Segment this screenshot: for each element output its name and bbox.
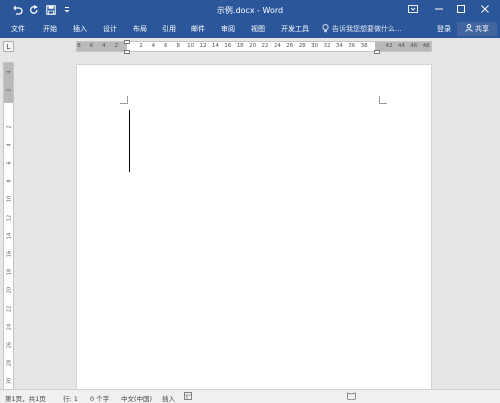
horizontal-ruler[interactable]: 8 6 4 2 2 4 6 8 10 12 14 16 18 20 22 24 26 28 30 32 34 36 38 42… [76, 40, 432, 54]
ruler-tick-label: 20 [6, 287, 13, 294]
ruler-tick-label: 6 [89, 43, 94, 49]
ruler-tick-label: 44 [397, 43, 405, 49]
ruler-tick-label: 6 [164, 43, 168, 49]
ruler-tick-label: 12 [6, 214, 13, 221]
ruler-tick-label: 4 [102, 43, 106, 49]
share-label: 共享 [475, 25, 489, 33]
ruler-tick-label: 14 [6, 232, 13, 239]
text-cursor [129, 110, 130, 172]
ruler-tick-label: 28 [6, 360, 13, 367]
document-page[interactable] [76, 64, 432, 390]
ruler-tick-label: 30 [311, 43, 319, 49]
ruler-tick-label: 8 [77, 43, 81, 49]
ribbon-options-icon[interactable] [404, 2, 422, 16]
crop-mark-top-right [379, 96, 387, 104]
tab-mailings[interactable]: 邮件 [191, 24, 205, 34]
tell-me-text: 告诉我您想要做什么... [332, 25, 402, 33]
read-mode-icon[interactable] [347, 392, 356, 402]
lightbulb-icon [322, 23, 329, 35]
sign-in-link[interactable]: 登录 [437, 24, 451, 34]
ruler-tick-label: 2 [139, 43, 143, 49]
document-title: 示例.docx - Word [216, 6, 284, 15]
ruler-tick-label: 2 [114, 43, 118, 49]
macro-recording-icon[interactable] [184, 392, 192, 402]
ruler-bar: L 8 6 4 2 2 4 6 8 10 12 14 16 18 20 22 24 26 28 30 32 34 36 38… [0, 38, 500, 56]
ruler-tick-label: 30 [6, 378, 13, 385]
ruler-tick-label: 28 [298, 43, 306, 49]
person-icon [465, 24, 473, 34]
first-line-indent-marker[interactable] [124, 40, 130, 44]
status-bar: 第1页，共1页 行: 1 0 个字 中文(中国) 插入 [0, 389, 500, 403]
ruler-tick-label: 24 [273, 43, 281, 49]
line-number[interactable]: 行: 1 [63, 393, 78, 403]
ruler-tick-label: 2 [6, 88, 13, 92]
ruler-tick-label: 8 [176, 43, 180, 49]
ruler-tick-label: 20 [249, 43, 257, 49]
right-indent-marker[interactable] [374, 50, 380, 54]
tab-view[interactable]: 视图 [251, 24, 265, 34]
vertical-ruler[interactable]: 4 2 2 4 6 8 10 12 14 16 18 20 22 24 26 28 30 [3, 62, 14, 392]
ruler-tick-label: 18 [236, 43, 244, 49]
tab-developer[interactable]: 开发工具 [281, 24, 309, 34]
tab-home[interactable]: 开始 [43, 24, 57, 34]
ruler-tick-label: 34 [335, 43, 343, 49]
crop-mark-top-left [120, 96, 128, 104]
share-button[interactable]: 共享 [457, 22, 497, 36]
ruler-tick-label: 18 [6, 269, 13, 276]
insert-mode[interactable]: 插入 [162, 393, 175, 403]
minimize-icon[interactable] [430, 2, 448, 16]
tab-design[interactable]: 设计 [103, 24, 117, 34]
left-indent-marker[interactable] [124, 50, 130, 54]
ruler-tick-label: 46 [410, 43, 418, 49]
ruler-tick-label: 22 [261, 43, 269, 49]
tab-selector-button[interactable]: L [3, 41, 14, 52]
ruler-tick-label: 26 [6, 341, 13, 349]
ruler-tick-label: 36 [348, 43, 356, 49]
ruler-tick-label: 32 [323, 43, 331, 49]
maximize-icon[interactable] [452, 2, 470, 16]
ruler-tick-label: 8 [6, 179, 13, 183]
ruler-tick-label: 22 [6, 305, 13, 312]
ruler-tick-label: 16 [224, 43, 232, 49]
ruler-tick-label: 24 [6, 323, 13, 330]
ruler-tick-label: 2 [6, 125, 13, 129]
ruler-tick-label: 10 [6, 196, 13, 203]
ruler-tick-label: 16 [6, 250, 13, 258]
ruler-tick-label: 6 [6, 161, 13, 165]
ruler-tick-label: 26 [286, 43, 294, 49]
ruler-tick-label: 42 [385, 43, 393, 49]
title-bar: 示例.docx - Word [0, 0, 500, 20]
page-count[interactable]: 第1页，共1页 [5, 393, 46, 403]
ruler-tick-label: 4 [6, 70, 13, 74]
word-count[interactable]: 0 个字 [90, 393, 109, 403]
ruler-tick-label: 10 [187, 43, 195, 49]
close-icon[interactable] [476, 2, 494, 16]
ruler-tick-label: 38 [360, 43, 368, 49]
tab-insert[interactable]: 插入 [73, 24, 87, 34]
language[interactable]: 中文(中国) [121, 393, 152, 403]
tab-file[interactable]: 文件 [11, 24, 25, 34]
ruler-tick-label: 4 [151, 43, 156, 49]
ribbon-tabs: 文件 开始 插入 设计 布局 引用 邮件 审阅 视图 开发工具 告诉我您想要做什… [0, 20, 500, 38]
ruler-tick-label: 48 [422, 43, 430, 49]
ruler-tick-label: 12 [199, 43, 207, 49]
tell-me-box[interactable]: 告诉我您想要做什么... [322, 23, 402, 35]
ruler-tick-label: 4 [6, 143, 13, 147]
ruler-tick-label: 14 [211, 43, 219, 49]
tab-review[interactable]: 审阅 [221, 24, 235, 34]
tab-references[interactable]: 引用 [162, 24, 176, 34]
tab-layout[interactable]: 布局 [133, 24, 147, 34]
